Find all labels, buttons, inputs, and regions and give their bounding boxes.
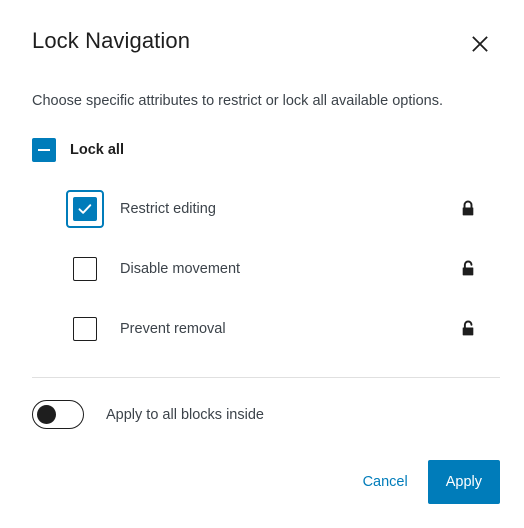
apply-inside-label: Apply to all blocks inside xyxy=(106,406,264,423)
checkbox-box xyxy=(73,257,97,281)
lock-all-label: Lock all xyxy=(70,142,124,158)
minus-icon xyxy=(38,149,50,151)
close-icon xyxy=(468,32,492,56)
toggle-knob xyxy=(37,405,56,424)
checkmark-icon xyxy=(76,200,94,218)
lock-closed-icon xyxy=(456,197,480,221)
apply-to-all-blocks-toggle[interactable] xyxy=(32,400,84,429)
lock-open-icon xyxy=(456,257,480,281)
attribute-row-prevent-removal[interactable]: Prevent removal xyxy=(66,299,492,359)
disable-movement-checkbox[interactable] xyxy=(66,250,104,288)
restrict-editing-checkbox[interactable] xyxy=(66,190,104,228)
attribute-label: Disable movement xyxy=(120,261,241,277)
prevent-removal-checkbox[interactable] xyxy=(66,310,104,348)
lock-navigation-modal: Lock Navigation Choose specific attribut… xyxy=(0,0,524,528)
attribute-row-restrict-editing[interactable]: Restrict editing xyxy=(66,179,492,239)
attribute-list: Restrict editing Disable movement Preven… xyxy=(32,179,500,359)
attribute-label: Restrict editing xyxy=(120,201,216,217)
attribute-label: Prevent removal xyxy=(120,321,226,337)
modal-description: Choose specific attributes to restrict o… xyxy=(32,93,444,109)
apply-button[interactable]: Apply xyxy=(427,460,500,504)
checkbox-box xyxy=(73,317,97,341)
close-button[interactable] xyxy=(460,24,500,64)
attribute-row-disable-movement[interactable]: Disable movement xyxy=(66,239,492,299)
lock-all-row[interactable]: Lock all xyxy=(32,136,500,164)
modal-body: Lock all Restrict editing Disable moveme… xyxy=(0,112,524,359)
cancel-button[interactable]: Cancel xyxy=(351,462,420,502)
lock-all-checkbox[interactable] xyxy=(32,138,56,162)
modal-footer: Cancel Apply xyxy=(0,460,524,528)
apply-inside-row: Apply to all blocks inside xyxy=(0,378,524,429)
page-title: Lock Navigation xyxy=(32,28,191,53)
lock-open-icon xyxy=(456,317,480,341)
modal-header: Lock Navigation xyxy=(0,0,524,64)
checkbox-box xyxy=(73,197,97,221)
